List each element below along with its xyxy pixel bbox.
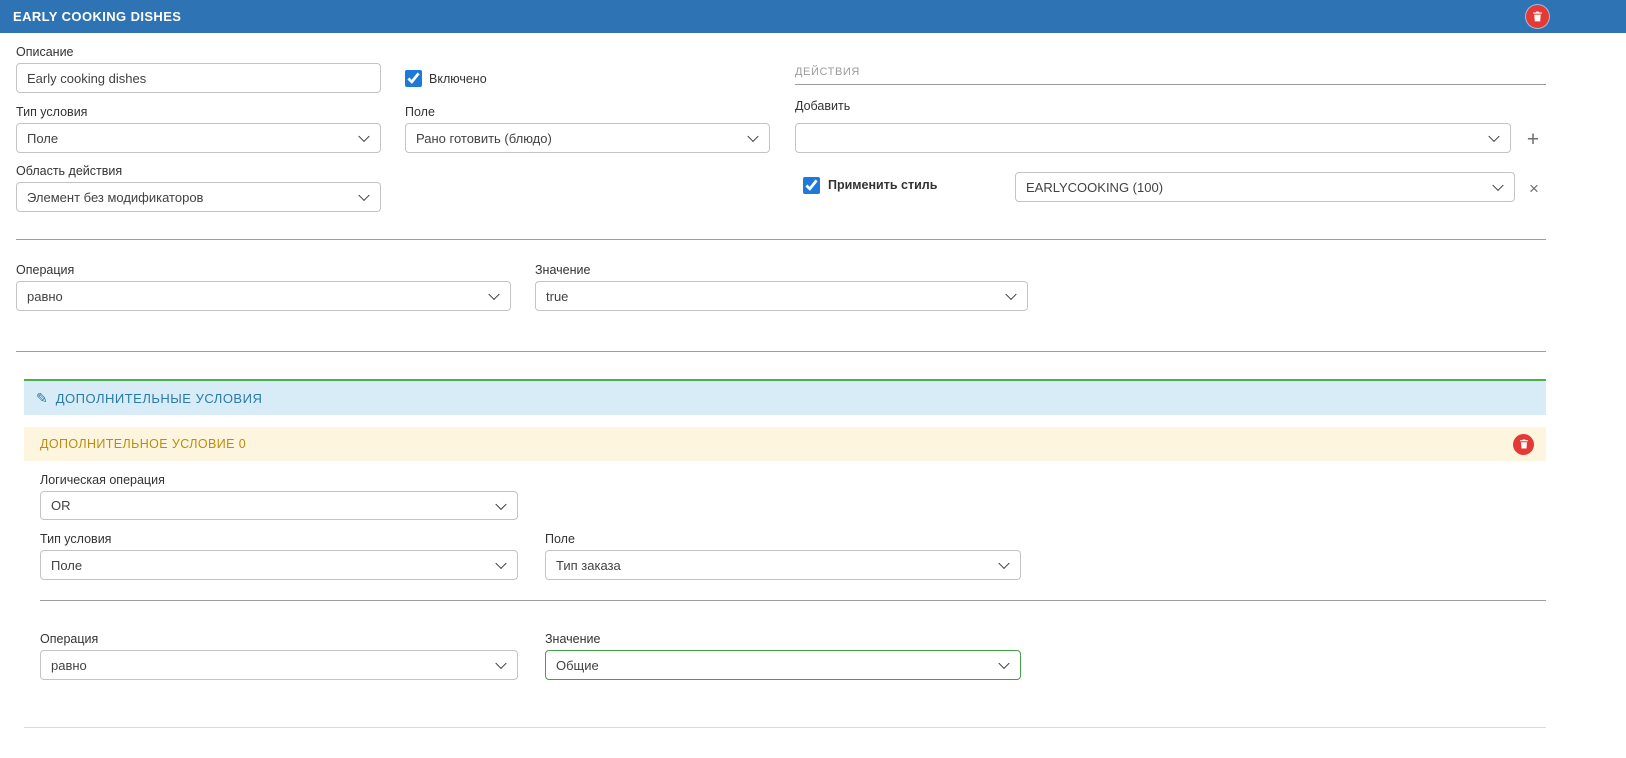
actions-section-title: ДЕЙСТВИЯ [795, 66, 860, 78]
enabled-label: Включено [429, 72, 487, 86]
field-select-wrap: Рано готовить (блюдо) [405, 123, 770, 153]
scope-label: Область действия [16, 164, 122, 178]
apply-style-label: Применить стиль [828, 178, 937, 192]
edit-pencil-icon: ✎ [36, 390, 48, 407]
extra-value-select[interactable]: Общие [545, 650, 1021, 680]
divider [16, 239, 1546, 240]
trash-icon [1518, 438, 1530, 450]
enabled-checkbox[interactable] [405, 70, 422, 87]
operation-select-wrap: равно [16, 281, 511, 311]
extra-operation-label: Операция [40, 632, 98, 646]
apply-style-select[interactable]: EARLYCOOKING (100) [1015, 172, 1515, 202]
rule-header: EARLY COOKING DISHES [0, 0, 1626, 33]
condition-type-select-wrap: Поле [16, 123, 381, 153]
delete-condition-button[interactable] [1513, 434, 1534, 455]
add-action-button[interactable]: + [1521, 127, 1545, 151]
extra-field-label: Поле [545, 532, 575, 546]
apply-style-checkbox[interactable] [803, 177, 820, 194]
extra-field-select[interactable]: Тип заказа [545, 550, 1021, 580]
field-select[interactable]: Рано готовить (блюдо) [405, 123, 770, 153]
additional-conditions-title: ДОПОЛНИТЕЛЬНЫЕ УСЛОВИЯ [56, 391, 263, 406]
add-action-label: Добавить [795, 99, 850, 113]
logical-operation-label: Логическая операция [40, 473, 165, 487]
condition-type-label: Тип условия [16, 105, 87, 119]
operation-select[interactable]: равно [16, 281, 511, 311]
field-label: Поле [405, 105, 435, 119]
additional-conditions-header[interactable]: ✎ ДОПОЛНИТЕЛЬНЫЕ УСЛОВИЯ [24, 379, 1546, 415]
description-input[interactable] [16, 63, 381, 93]
extra-field-select-wrap: Тип заказа [545, 550, 1021, 580]
additional-condition-0-bar: ДОПОЛНИТЕЛЬНОЕ УСЛОВИЕ 0 [24, 427, 1546, 461]
extra-value-select-wrap: Общие [545, 650, 1021, 680]
apply-style-select-wrap: EARLYCOOKING (100) [1015, 172, 1515, 202]
add-action-select-wrap [795, 123, 1511, 153]
description-label: Описание [16, 45, 74, 59]
operation-label: Операция [16, 263, 74, 277]
divider [16, 351, 1546, 352]
logical-operation-select[interactable]: OR [40, 491, 518, 520]
scope-select[interactable]: Элемент без модификаторов [16, 182, 381, 212]
logical-operation-select-wrap: OR [40, 491, 518, 520]
divider [24, 727, 1546, 728]
extra-condition-type-select[interactable]: Поле [40, 550, 518, 580]
extra-operation-select[interactable]: равно [40, 650, 518, 680]
divider [40, 600, 1546, 601]
value-select[interactable]: true [535, 281, 1028, 311]
extra-condition-type-label: Тип условия [40, 532, 111, 546]
add-action-select[interactable] [795, 123, 1511, 153]
extra-value-label: Значение [545, 632, 600, 646]
condition-type-select[interactable]: Поле [16, 123, 381, 153]
scope-select-wrap: Элемент без модификаторов [16, 182, 381, 212]
extra-condition-type-select-wrap: Поле [40, 550, 518, 580]
extra-operation-select-wrap: равно [40, 650, 518, 680]
delete-rule-button[interactable] [1526, 5, 1549, 28]
rule-editor-page: EARLY COOKING DISHES Описание Включено Д… [0, 0, 1626, 758]
rule-title: EARLY COOKING DISHES [13, 9, 181, 24]
trash-icon [1531, 10, 1544, 23]
additional-condition-0-title: ДОПОЛНИТЕЛЬНОЕ УСЛОВИЕ 0 [40, 437, 246, 451]
value-select-wrap: true [535, 281, 1028, 311]
actions-section-header: ДЕЙСТВИЯ [795, 58, 1546, 85]
value-label: Значение [535, 263, 590, 277]
remove-action-button[interactable]: × [1524, 178, 1544, 198]
